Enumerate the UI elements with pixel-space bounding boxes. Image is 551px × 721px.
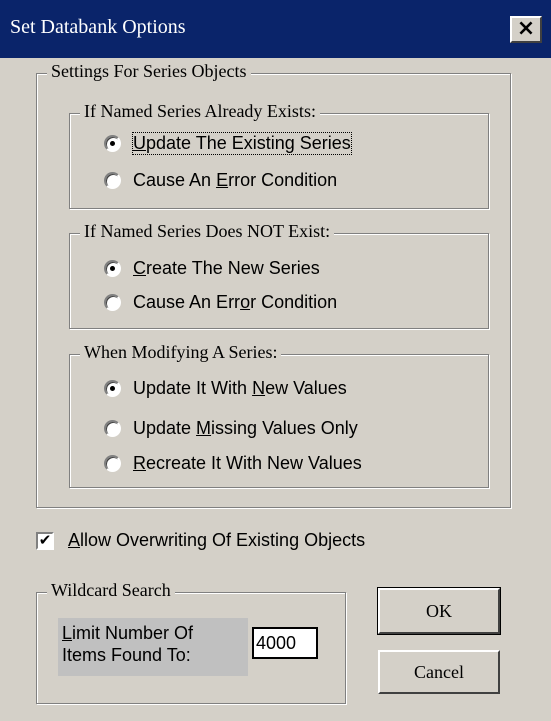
radio-not-exists-error[interactable]: Cause An Error Condition bbox=[104, 292, 337, 313]
series-settings-legend: Settings For Series Objects bbox=[47, 61, 251, 82]
radio-label: Update Missing Values Only bbox=[133, 418, 358, 438]
exists-group: If Named Series Already Exists: bbox=[69, 101, 489, 209]
radio-label: Cause An Error Condition bbox=[133, 292, 338, 312]
radio-label: Create The New Series bbox=[133, 258, 320, 278]
not-exists-group: If Named Series Does NOT Exist: bbox=[69, 221, 489, 329]
radio-indicator[interactable] bbox=[104, 294, 121, 311]
radio-recreate[interactable]: Recreate It With New Values bbox=[104, 453, 362, 474]
radio-label: Cause An Error Condition bbox=[133, 170, 338, 190]
radio-indicator[interactable] bbox=[104, 455, 121, 472]
modifying-legend: When Modifying A Series: bbox=[80, 342, 282, 363]
wildcard-legend: Wildcard Search bbox=[47, 580, 175, 601]
radio-indicator[interactable] bbox=[104, 420, 121, 437]
cancel-button[interactable]: Cancel bbox=[378, 650, 500, 694]
check-mark-icon: ✔ bbox=[38, 531, 52, 549]
radio-indicator[interactable] bbox=[104, 135, 121, 152]
checkbox-indicator[interactable]: ✔ bbox=[36, 531, 54, 550]
checkbox-label: Allow Overwriting Of Existing Objects bbox=[68, 530, 366, 550]
limit-number-input[interactable]: 4000 bbox=[252, 627, 318, 659]
limit-label: Limit Number Of Items Found To: bbox=[58, 618, 248, 676]
window-title: Set Databank Options bbox=[10, 16, 186, 38]
limit-label-line2: Items Found To: bbox=[62, 645, 191, 665]
radio-update-missing[interactable]: Update Missing Values Only bbox=[104, 418, 358, 439]
close-icon: × bbox=[516, 15, 536, 41]
close-button[interactable]: × bbox=[510, 16, 542, 43]
not-exists-legend: If Named Series Does NOT Exist: bbox=[80, 221, 335, 242]
radio-update-new-values[interactable]: Update It With New Values bbox=[104, 378, 347, 399]
radio-indicator[interactable] bbox=[104, 172, 121, 189]
radio-label: Update The Existing Series bbox=[132, 132, 352, 155]
allow-overwrite-checkbox[interactable]: ✔ Allow Overwriting Of Existing Objects bbox=[36, 530, 365, 551]
exists-legend: If Named Series Already Exists: bbox=[80, 101, 320, 122]
title-bar: Set Databank Options × bbox=[0, 0, 551, 58]
ok-button[interactable]: OK bbox=[377, 587, 501, 635]
radio-create-new[interactable]: Create The New Series bbox=[104, 258, 320, 279]
radio-exists-error[interactable]: Cause An Error Condition bbox=[104, 170, 337, 191]
radio-indicator[interactable] bbox=[104, 260, 121, 277]
radio-update-existing[interactable]: Update The Existing Series bbox=[104, 132, 352, 155]
radio-indicator[interactable] bbox=[104, 380, 121, 397]
limit-label-line1: Limit Number Of bbox=[62, 623, 194, 643]
radio-label: Recreate It With New Values bbox=[133, 453, 362, 473]
radio-label: Update It With New Values bbox=[133, 378, 347, 398]
